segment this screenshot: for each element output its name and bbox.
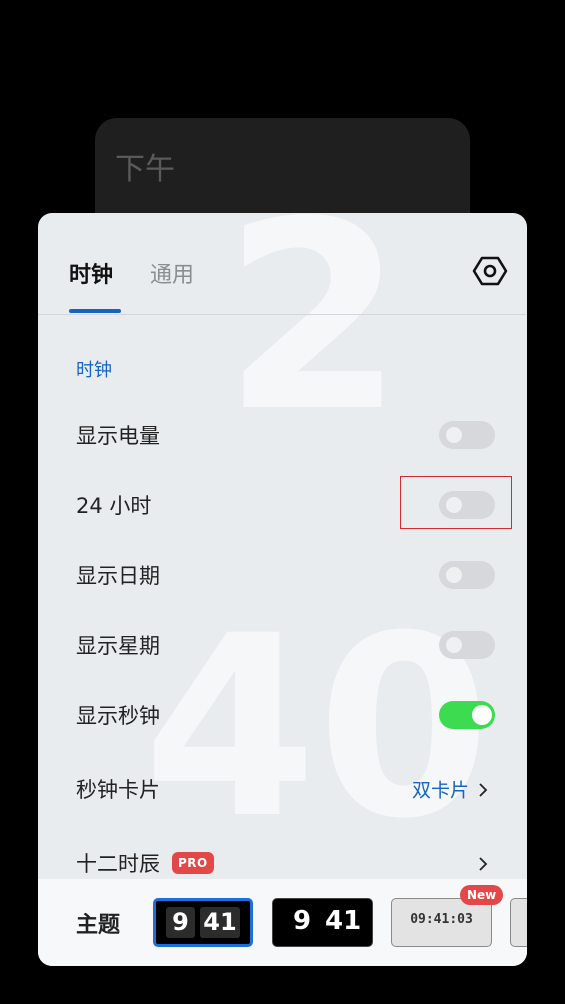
theme-hour: 9 [293, 906, 312, 936]
show-seconds-toggle[interactable] [439, 701, 495, 729]
chevron-right-icon [476, 856, 490, 871]
pro-badge: PRO [172, 852, 214, 874]
theme-led-time: 09:41:03 [410, 912, 473, 927]
theme-plain-option[interactable]: 9 41 [272, 898, 373, 947]
row-seconds-card[interactable]: 秒钟卡片 双卡片 [38, 754, 527, 824]
theme-label: 主题 [76, 913, 121, 938]
toggle-knob [446, 637, 462, 653]
section-title: 时钟 [76, 360, 112, 381]
row-label: 24 小时 [76, 494, 152, 518]
toggle-knob [446, 427, 462, 443]
theme-led-option[interactable]: 09:41:03 [391, 898, 492, 947]
active-tab-indicator [69, 309, 121, 313]
gear-hex-icon[interactable] [472, 253, 508, 289]
row-label: 十二时辰 [76, 852, 160, 876]
theme-flip-option[interactable]: 9 41 [153, 898, 253, 947]
row-label: 秒钟卡片 [76, 778, 160, 802]
tab-general[interactable]: 通用 [150, 257, 194, 289]
tab-bar: 时钟 通用 [38, 213, 527, 315]
row-show-date: 显示日期 [38, 540, 527, 610]
theme-bar: 主题 9 41 9 41 09:41:03 New [38, 879, 527, 966]
tab-clock[interactable]: 时钟 [69, 257, 113, 289]
row-show-weekday: 显示星期 [38, 610, 527, 680]
toggle-knob [472, 705, 492, 725]
show-weekday-toggle[interactable] [439, 631, 495, 659]
row-show-seconds: 显示秒钟 [38, 680, 527, 750]
row-label: 显示秒钟 [76, 704, 160, 728]
chevron-right-icon [476, 782, 490, 797]
show-date-toggle[interactable] [439, 561, 495, 589]
new-badge: New [460, 885, 504, 905]
toggle-knob [446, 567, 462, 583]
theme-minute: 41 [200, 907, 240, 938]
row-label: 显示日期 [76, 564, 160, 588]
theme-more-option[interactable] [510, 898, 527, 947]
row-show-battery: 显示电量 [38, 400, 527, 470]
row-label: 显示星期 [76, 634, 160, 658]
theme-minute: 41 [325, 906, 362, 936]
seconds-card-value: 双卡片 [411, 779, 469, 802]
row-label: 显示电量 [76, 424, 160, 448]
highlight-box [400, 476, 512, 529]
theme-hour: 9 [166, 907, 195, 938]
settings-panel: 2 40 时钟 通用 时钟 显示电量 24 小时 显示日期 显示星期 显示秒钟 … [38, 213, 527, 966]
ampm-label: 下午 [115, 152, 175, 187]
show-battery-toggle[interactable] [439, 421, 495, 449]
